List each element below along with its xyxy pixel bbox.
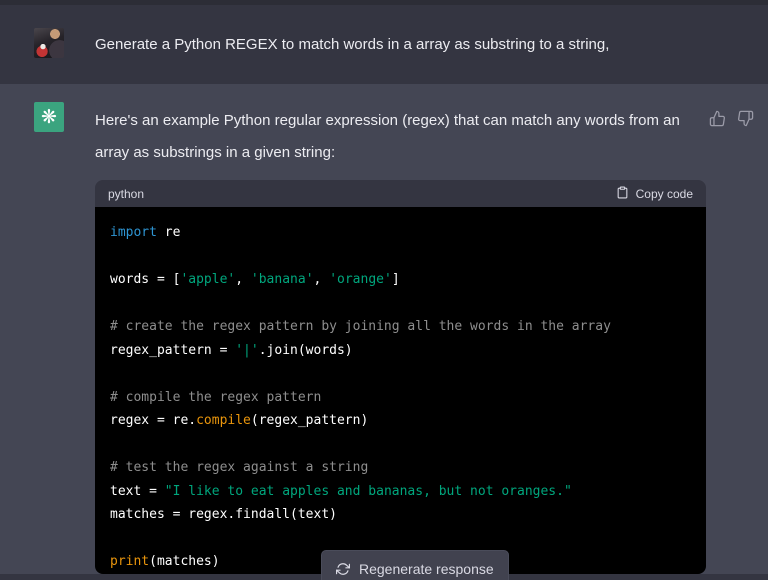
user-message-row: Generate a Python REGEX to match words i… <box>0 5 768 84</box>
clipboard-icon <box>616 185 629 203</box>
code-block: python Copy code import re words = ['app… <box>95 180 706 574</box>
regenerate-response-button[interactable]: Regenerate response <box>321 550 509 580</box>
code-line: text = "I like to eat apples and bananas… <box>110 483 572 499</box>
feedback-controls <box>709 110 754 127</box>
user-avatar <box>34 28 64 58</box>
code-line: matches = regex.findall(text) <box>110 507 337 522</box>
code-language-label: python <box>108 186 145 201</box>
chatgpt-logo-icon: ❋ <box>34 102 64 132</box>
code-line: import re <box>110 225 181 240</box>
code-line: regex = re.compile(regex_pattern) <box>110 413 369 428</box>
assistant-message-content: Here's an example Python regular express… <box>95 102 768 574</box>
assistant-message-text: Here's an example Python regular express… <box>95 112 680 161</box>
thumbs-up-icon[interactable] <box>709 110 726 127</box>
copy-code-button[interactable]: Copy code <box>616 185 693 203</box>
thumbs-down-icon[interactable] <box>737 110 754 127</box>
code-line: # compile the regex pattern <box>110 389 322 405</box>
code-line: # create the regex pattern by joining al… <box>110 319 611 334</box>
code-block-header: python Copy code <box>95 180 706 207</box>
refresh-icon <box>336 562 350 576</box>
user-message-text: Generate a Python REGEX to match words i… <box>95 36 610 53</box>
code-line: # test the regex against a string <box>110 460 369 475</box>
openai-logo-glyph: ❋ <box>41 106 57 128</box>
code-line: regex_pattern = '|'.join(words) <box>110 342 353 358</box>
regenerate-response-label: Regenerate response <box>359 561 494 577</box>
code-line: words = ['apple', 'banana', 'orange'] <box>110 272 400 287</box>
code-content: import re words = ['apple', 'banana', 'o… <box>95 207 706 574</box>
copy-code-label: Copy code <box>635 186 693 201</box>
assistant-message-row: ❋ Here's an example Python regular expre… <box>0 84 768 574</box>
